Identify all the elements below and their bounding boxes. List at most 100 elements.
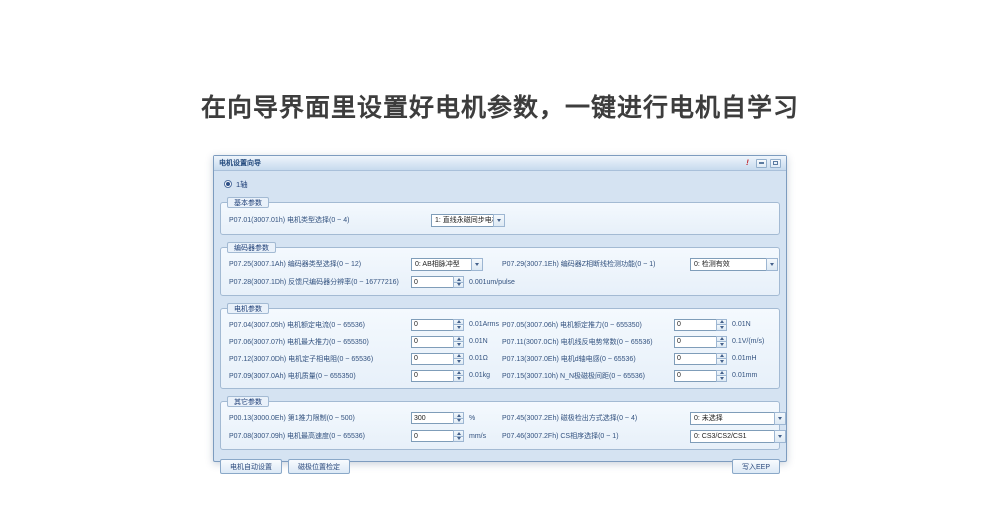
numeric-field[interactable] [674,353,716,365]
window-controls: ! [746,159,781,168]
dialog-body: 1轴 基本参数 P07.01(3007.01h) 电机类型选择(0 ~ 4) 1… [214,178,786,474]
param-label: P07.01(3007.01h) 电机类型选择(0 ~ 4) [229,215,411,225]
param-label: P07.45(3007.2Eh) 磁极检出方式选择(0 ~ 4) [502,413,674,423]
spinner-down-icon[interactable] [716,325,727,331]
dropdown-value: 1: 直线永磁同步电机 [431,214,493,227]
d-axis-inductance-input [674,353,727,365]
page-title: 在向导界面里设置好电机参数，一键进行电机自学习 [0,88,1000,124]
group-encoder-legend: 编码器参数 [227,242,276,253]
param-row: P07.09(3007.0Ah) 电机质量(0 ~ 655350) 0.01kg… [229,367,771,384]
group-basic-params: 基本参数 P07.01(3007.01h) 电机类型选择(0 ~ 4) 1: 直… [220,202,780,235]
pole-detect-mode-dropdown[interactable]: 0: 未选择 [690,412,786,425]
param-label: P07.08(3007.09h) 电机最高速度(0 ~ 65536) [229,431,411,441]
thrust-limit-input [411,412,464,424]
stator-resistance-input [411,353,464,365]
spinner-down-icon[interactable] [716,342,727,348]
numeric-field[interactable] [674,370,716,382]
cs-phase-dropdown[interactable]: 0: CS3/CS2/CS1 [690,430,786,443]
spinner-down-icon[interactable] [453,325,464,331]
axis-radio-label: 1轴 [236,179,248,190]
chevron-down-icon[interactable] [774,412,786,425]
param-label: P07.11(3007.0Ch) 电机线反电势常数(0 ~ 65536) [502,337,674,347]
param-row: P07.06(3007.07h) 电机最大推力(0 ~ 655350) 0.01… [229,333,771,350]
rated-thrust-input [674,319,727,331]
spinner-down-icon[interactable] [453,283,464,289]
numeric-field[interactable] [674,336,716,348]
maximize-button[interactable] [770,159,781,168]
unit-label: 0.01N [732,321,751,328]
numeric-field[interactable] [411,370,453,382]
spinner-down-icon[interactable] [453,359,464,365]
dialog-title: 电机设置向导 [219,158,746,168]
param-row: P07.01(3007.01h) 电机类型选择(0 ~ 4) 1: 直线永磁同步… [229,210,771,230]
write-eep-button[interactable]: 写入EEP [732,459,780,474]
numeric-field[interactable] [411,319,453,331]
encoder-zline-dropdown[interactable]: 0: 检测有效 [690,258,778,271]
back-emf-input [674,336,727,348]
unit-label: % [469,415,475,422]
dropdown-value: 0: AB相脉冲型 [411,258,471,271]
minimize-button[interactable] [756,159,767,168]
numeric-field[interactable] [674,319,716,331]
motor-mass-input [411,370,464,382]
axis-radio[interactable] [224,180,232,188]
param-row: P07.04(3007.05h) 电机额定电流(0 ~ 65536) 0.01A… [229,316,771,333]
param-row: P07.28(3007.1Dh) 反馈尺编码器分辨率(0 ~ 16777216)… [229,273,771,291]
page: 在向导界面里设置好电机参数，一键进行电机自学习 电机设置向导 ! 1轴 基本参数… [0,0,1000,510]
numeric-field[interactable] [411,412,453,424]
unit-label: 0.01mm [732,372,757,379]
dropdown-value: 0: 未选择 [690,412,774,425]
param-row: P07.08(3007.09h) 电机最高速度(0 ~ 65536) mm/s … [229,427,771,445]
numeric-field[interactable] [411,276,453,288]
spinner-down-icon[interactable] [716,359,727,365]
rated-current-input [411,319,464,331]
spinner-down-icon[interactable] [453,437,464,443]
unit-label: 0.1V/(m/s) [732,338,764,345]
motor-wizard-dialog: 电机设置向导 ! 1轴 基本参数 P07.01(3007.01h) 电机类型选择… [213,155,787,462]
motor-type-dropdown[interactable]: 1: 直线永磁同步电机 [431,214,505,227]
dialog-footer: 电机自动设置 磁极位置检定 写入EEP [220,459,780,474]
unit-label: 0.01mH [732,355,757,362]
spinner-down-icon[interactable] [453,419,464,425]
unit-label: 0.01Arms [469,321,499,328]
chevron-down-icon[interactable] [766,258,778,271]
param-label: P07.04(3007.05h) 电机额定电流(0 ~ 65536) [229,320,411,330]
alert-icon: ! [745,159,749,167]
numeric-field[interactable] [411,336,453,348]
chevron-down-icon[interactable] [493,214,505,227]
param-row: P07.25(3007.1Ah) 编码器类型选择(0 ~ 12) 0: AB相脉… [229,255,771,273]
dropdown-value: 0: CS3/CS2/CS1 [690,430,774,443]
max-thrust-input [411,336,464,348]
group-other-legend: 其它参数 [227,396,269,407]
param-label: P07.12(3007.0Dh) 电机定子相电阻(0 ~ 65536) [229,354,411,364]
group-motor-params: 电机参数 P07.04(3007.05h) 电机额定电流(0 ~ 65536) … [220,308,780,389]
group-other-params: 其它参数 P00.13(3000.0Eh) 第1推力限制(0 ~ 500) % … [220,401,780,450]
axis-selector-row: 1轴 [220,178,780,190]
param-label: P07.05(3007.06h) 电机额定推力(0 ~ 655350) [502,320,674,330]
spinner-down-icon[interactable] [453,376,464,382]
unit-label: mm/s [469,433,486,440]
numeric-field[interactable] [411,353,453,365]
param-row: P00.13(3000.0Eh) 第1推力限制(0 ~ 500) % P07.4… [229,409,771,427]
encoder-type-dropdown[interactable]: 0: AB相脉冲型 [411,258,483,271]
encoder-resolution-input [411,276,464,288]
chevron-down-icon[interactable] [471,258,483,271]
dropdown-value: 0: 检测有效 [690,258,766,271]
unit-label: 0.01N [469,338,488,345]
spinner-down-icon[interactable] [716,376,727,382]
numeric-field[interactable] [411,430,453,442]
group-motor-legend: 电机参数 [227,303,269,314]
chevron-down-icon[interactable] [774,430,786,443]
param-label: P07.06(3007.07h) 电机最大推力(0 ~ 655350) [229,337,411,347]
maximize-icon [773,161,778,165]
unit-label: 0.01kg [469,372,490,379]
pole-position-detect-button[interactable]: 磁极位置检定 [288,459,350,474]
dialog-titlebar[interactable]: 电机设置向导 ! [214,156,786,171]
spinner-down-icon[interactable] [453,342,464,348]
param-row: P07.12(3007.0Dh) 电机定子相电阻(0 ~ 65536) 0.01… [229,350,771,367]
pole-pitch-input [674,370,727,382]
unit-label: 0.001um/pulse [469,279,515,286]
param-label: P07.29(3007.1Eh) 编码器Z相断线检测功能(0 ~ 1) [502,259,674,269]
param-label: P07.09(3007.0Ah) 电机质量(0 ~ 655350) [229,371,411,381]
motor-auto-setup-button[interactable]: 电机自动设置 [220,459,282,474]
